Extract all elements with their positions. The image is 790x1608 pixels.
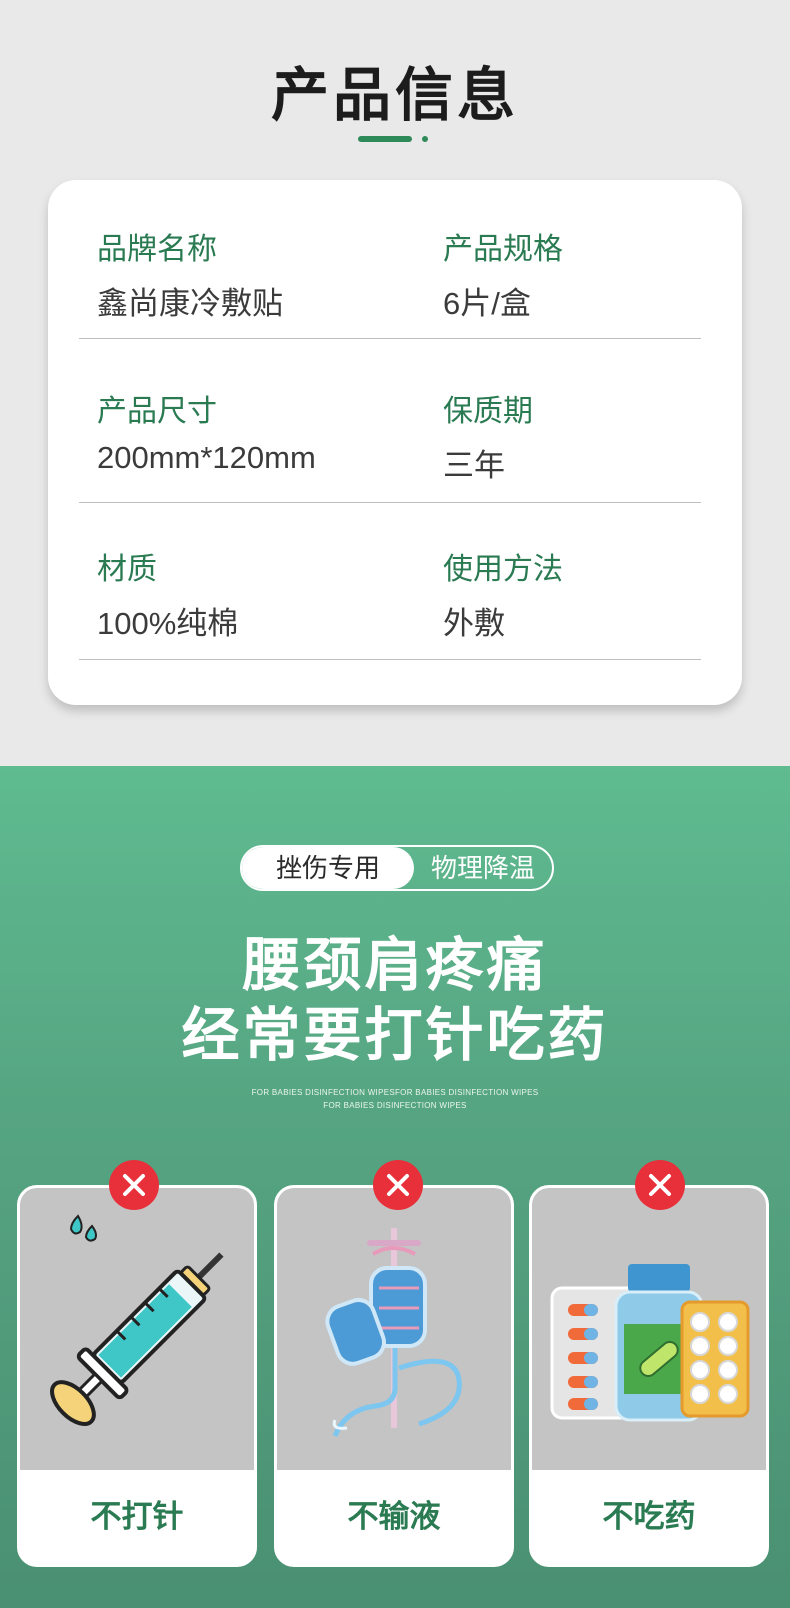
tag-sprain: 挫伤专用 xyxy=(242,847,414,889)
spec-row: 产品尺寸 200mm*120mm 保质期 三年 xyxy=(79,338,701,503)
spec-value: 200mm*120mm xyxy=(97,440,316,475)
tag-cooling: 物理降温 xyxy=(430,853,535,883)
spec-value: 6片/盒 xyxy=(443,286,531,321)
cross-icon xyxy=(109,1160,159,1210)
spec-label: 产品尺寸 xyxy=(97,395,217,428)
item-label: 不输液 xyxy=(347,1499,441,1534)
syringe-icon xyxy=(20,1188,254,1470)
item-card-no-injection: 不打针 xyxy=(17,1185,257,1567)
item-card-no-infusion: 不输液 xyxy=(274,1185,514,1567)
subtitle-line1: FOR BABIES DISINFECTION WIPESFOR BABIES … xyxy=(251,1088,539,1097)
item-label: 不打针 xyxy=(90,1499,184,1534)
spec-value: 100%纯棉 xyxy=(97,606,239,641)
spec-label: 品牌名称 xyxy=(97,233,217,266)
spec-row: 材质 100%纯棉 使用方法 外敷 xyxy=(79,502,701,660)
spec-value: 外敷 xyxy=(443,606,505,641)
spec-brand: 品牌名称 鑫尚康冷敷贴 xyxy=(97,224,283,323)
cross-icon xyxy=(635,1160,685,1210)
spec-label: 使用方法 xyxy=(443,553,563,586)
spec-row: 品牌名称 鑫尚康冷敷贴 产品规格 6片/盒 xyxy=(79,180,701,339)
headline-line2: 经常要打针吃药 xyxy=(181,1003,609,1068)
tag-pill: 挫伤专用 物理降温 xyxy=(240,845,554,891)
spec-value: 三年 xyxy=(443,448,505,483)
spec-label: 材质 xyxy=(97,553,157,586)
product-info-section: 产品信息 品牌名称 鑫尚康冷敷贴 产品规格 6片/盒 产品尺寸 200mm*12… xyxy=(0,0,790,766)
section-title: 产品信息 xyxy=(270,63,519,128)
spec-value: 鑫尚康冷敷贴 xyxy=(97,286,283,321)
item-label: 不吃药 xyxy=(602,1499,696,1534)
medicine-icon xyxy=(532,1188,766,1470)
cross-icon xyxy=(373,1160,423,1210)
spec-label: 保质期 xyxy=(443,395,533,428)
spec-size: 产品尺寸 200mm*120mm xyxy=(97,386,316,476)
spec-card: 品牌名称 鑫尚康冷敷贴 产品规格 6片/盒 产品尺寸 200mm*120mm 保… xyxy=(48,180,742,705)
iv-drip-icon xyxy=(277,1188,511,1470)
spec-usage: 使用方法 外敷 xyxy=(443,544,563,643)
spec-package: 产品规格 6片/盒 xyxy=(443,224,563,323)
title-decoration xyxy=(358,136,432,144)
item-card-no-medicine: 不吃药 xyxy=(529,1185,769,1567)
spec-material: 材质 100%纯棉 xyxy=(97,544,238,643)
subtitle-line2: FOR BABIES DISINFECTION WIPES xyxy=(323,1101,467,1110)
spec-shelf-life: 保质期 三年 xyxy=(443,386,533,485)
spec-label: 产品规格 xyxy=(443,233,563,266)
